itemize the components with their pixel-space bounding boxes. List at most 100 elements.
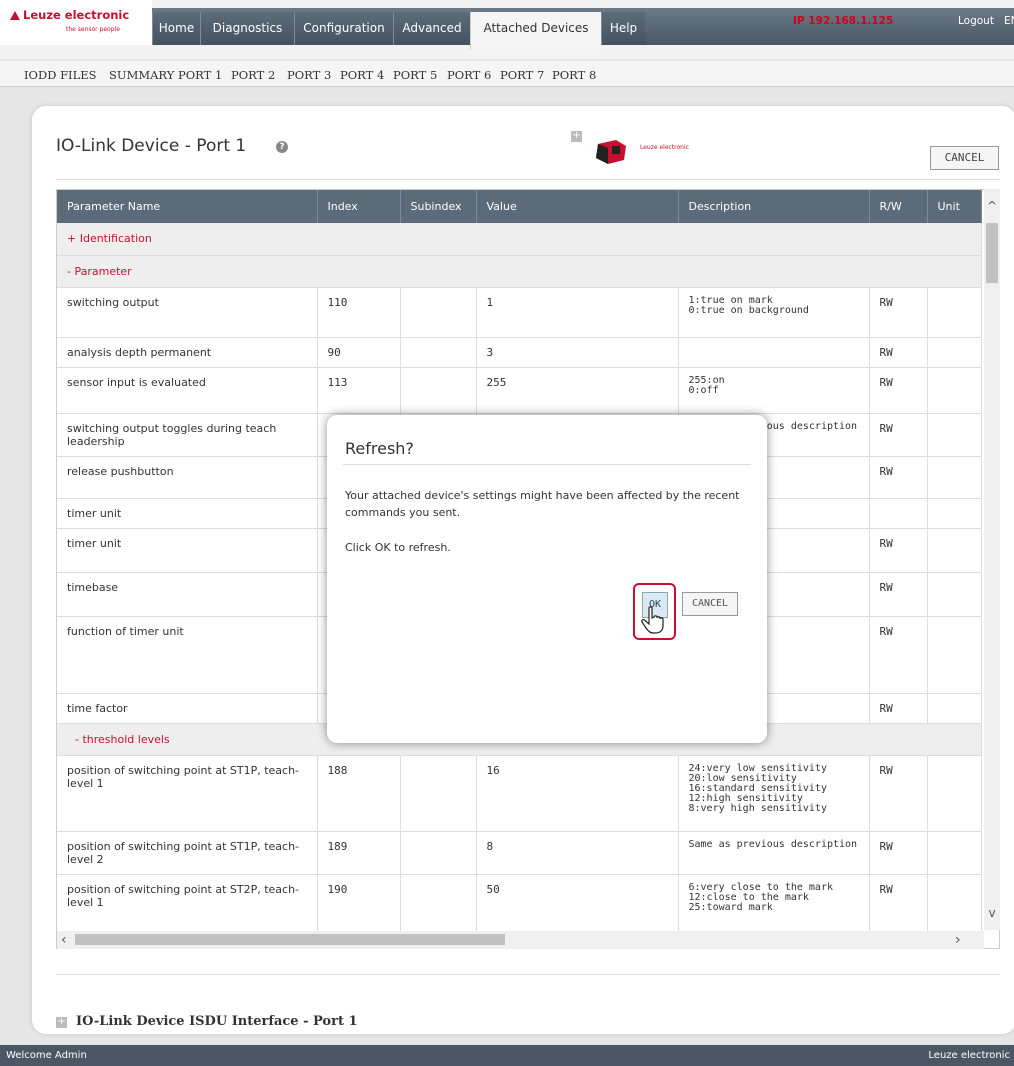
param-value[interactable]: 255 — [476, 367, 679, 414]
table-row: position of switching point at ST1P, tea… — [57, 831, 982, 875]
param-name: sensor input is evaluated — [57, 367, 318, 414]
param-rw: RW — [869, 755, 928, 832]
column-header[interactable]: Value — [476, 190, 679, 223]
nav-tab-advanced[interactable]: Advanced — [393, 12, 470, 45]
param-name: switching output toggles during teach le… — [57, 413, 318, 457]
expand-plus-icon[interactable]: + — [56, 1017, 67, 1028]
subtab-port-8[interactable]: PORT 8 — [552, 68, 596, 82]
column-header[interactable]: Subindex — [400, 190, 477, 223]
table-row: switching output 110 1 1:true on mark 0:tru… — [57, 287, 982, 338]
cancel-button[interactable]: CANCEL — [930, 146, 999, 170]
scroll-up-icon[interactable]: ^ — [984, 199, 1000, 213]
param-index: 190 — [317, 874, 401, 935]
subtab-iodd-files[interactable]: IODD FILES — [24, 68, 97, 82]
footer: Welcome Admin Leuze electronic — [0, 1045, 1014, 1066]
param-name: position of switching point at ST2P, tea… — [57, 874, 318, 935]
param-unit — [927, 498, 982, 529]
param-unit — [927, 367, 982, 414]
subtab-port-5[interactable]: PORT 5 — [393, 68, 437, 82]
logout-link[interactable]: Logout — [958, 15, 994, 27]
param-name: time factor — [57, 693, 318, 724]
table-row: position of switching point at ST1P, tea… — [57, 755, 982, 832]
dialog-message: Your attached device's settings might ha… — [345, 489, 740, 519]
dialog-cancel-button[interactable]: CANCEL — [682, 592, 738, 616]
nav-tab-configuration[interactable]: Configuration — [294, 12, 393, 45]
param-name: release pushbutton — [57, 456, 318, 499]
horizontal-scrollbar[interactable]: ‹ › — [57, 931, 984, 949]
section-toggle[interactable]: - Parameter — [57, 255, 982, 288]
column-header[interactable]: Description — [678, 190, 870, 223]
param-unit — [927, 572, 982, 617]
refresh-dialog: Refresh? Your attached device's settings… — [327, 415, 767, 743]
param-subindex — [400, 755, 477, 832]
param-unit — [927, 528, 982, 573]
param-value[interactable]: 1 — [476, 287, 679, 338]
subtab-port-6[interactable]: PORT 6 — [447, 68, 491, 82]
param-subindex — [400, 287, 477, 338]
subtab-port-4[interactable]: PORT 4 — [340, 68, 384, 82]
brand-logo[interactable]: Leuze electronic the sensor people — [0, 0, 152, 45]
isdu-section-title[interactable]: IO-Link Device ISDU Interface - Port 1 — [76, 1014, 358, 1029]
table-row: sensor input is evaluated 113 255 255:on 0:… — [57, 367, 982, 414]
param-rw: RW — [869, 616, 928, 694]
scrollbar-thumb[interactable] — [75, 934, 505, 945]
param-subindex — [400, 874, 477, 935]
brand-tagline: the sensor people — [66, 26, 120, 33]
param-unit — [927, 693, 982, 724]
param-unit — [927, 831, 982, 875]
param-value[interactable]: 50 — [476, 874, 679, 935]
param-value[interactable]: 8 — [476, 831, 679, 875]
subtab-port-2[interactable]: PORT 2 — [231, 68, 275, 82]
nav-tab-home[interactable]: Home — [152, 12, 200, 45]
param-name: position of switching point at ST1P, tea… — [57, 831, 318, 875]
column-header[interactable]: R/W — [869, 190, 928, 223]
subtab-port-7[interactable]: PORT 7 — [500, 68, 544, 82]
section-toggle[interactable]: + Identification — [57, 223, 982, 256]
param-subindex — [400, 367, 477, 414]
param-description: 1:true on mark 0:true on background — [678, 287, 870, 338]
table-row: analysis depth permanent 90 3 RW — [57, 337, 982, 368]
subtab-port-1[interactable]: PORT 1 — [178, 68, 222, 82]
scroll-down-icon[interactable]: v — [984, 906, 1000, 920]
nav-tab-diagnostics[interactable]: Diagnostics — [200, 12, 294, 45]
param-name: timer unit — [57, 498, 318, 529]
param-name: function of timer unit — [57, 616, 318, 694]
param-subindex — [400, 337, 477, 368]
param-description — [678, 337, 870, 368]
table-row: position of switching point at ST2P, tea… — [57, 874, 982, 935]
param-value[interactable]: 3 — [476, 337, 679, 368]
param-description: Same as previous description — [678, 831, 870, 875]
scrollbar-thumb[interactable] — [986, 223, 998, 283]
param-rw: RW — [869, 831, 928, 875]
vertical-scrollbar[interactable]: ^ v — [984, 189, 1000, 930]
param-value[interactable]: 16 — [476, 755, 679, 832]
page-title: IO-Link Device - Port 1 — [56, 136, 247, 156]
param-subindex — [400, 831, 477, 875]
subtab-port-3[interactable]: PORT 3 — [287, 68, 331, 82]
column-header[interactable]: Parameter Name — [57, 190, 318, 223]
expand-plus-icon[interactable]: + — [571, 131, 582, 142]
help-icon[interactable]: ? — [276, 141, 288, 153]
scroll-left-icon[interactable]: ‹ — [61, 932, 67, 948]
param-rw: RW — [869, 413, 928, 457]
column-header[interactable]: Unit — [927, 190, 982, 223]
param-index: 189 — [317, 831, 401, 875]
param-description: 255:on 0:off — [678, 367, 870, 414]
param-name: position of switching point at ST1P, tea… — [57, 755, 318, 832]
param-rw — [869, 498, 928, 529]
device-vendor-logo: Leuze electronic — [640, 144, 689, 151]
table-row[interactable]: + Identification — [57, 223, 982, 256]
table-row[interactable]: - Parameter — [57, 255, 982, 288]
divider — [343, 464, 751, 465]
param-rw: RW — [869, 337, 928, 368]
subtab-summary[interactable]: SUMMARY — [109, 68, 174, 82]
scroll-right-icon[interactable]: › — [955, 932, 961, 948]
nav-tab-help[interactable]: Help — [601, 12, 645, 45]
param-index: 188 — [317, 755, 401, 832]
column-header[interactable]: Index — [317, 190, 401, 223]
language-selector[interactable]: EN — [1004, 15, 1014, 27]
param-rw: RW — [869, 456, 928, 499]
nav-tab-attached-devices[interactable]: Attached Devices — [470, 12, 601, 49]
param-name: timebase — [57, 572, 318, 617]
sub-nav: IODD FILES SUMMARY PORT 1 PORT 2 PORT 3 … — [0, 61, 1014, 87]
